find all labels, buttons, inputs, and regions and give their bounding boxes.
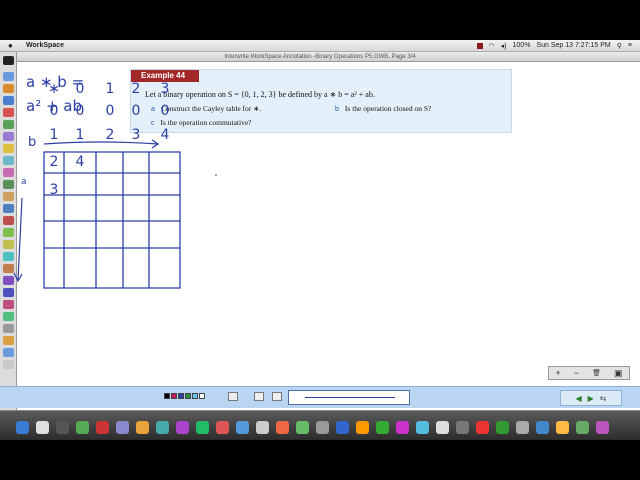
dock-mail-icon[interactable] xyxy=(236,421,249,434)
pen-preview-line xyxy=(305,397,395,398)
dock-numbers-icon[interactable] xyxy=(296,421,309,434)
table-cell: 4 xyxy=(75,154,85,170)
table-cell: 4 xyxy=(160,127,170,143)
table-cell: 2 xyxy=(105,127,115,143)
table-column-header: 3 xyxy=(160,81,170,97)
table-cell: 0 xyxy=(160,103,170,119)
dock-system-icon[interactable] xyxy=(56,421,69,434)
page-navigator: ◀ ▶ ⇆ xyxy=(560,390,622,406)
table-cell: 0 xyxy=(131,103,141,119)
color-cyan[interactable] xyxy=(192,393,198,399)
table-row-header: 1 xyxy=(49,127,59,143)
dock xyxy=(0,410,640,440)
table-column-header: 0 xyxy=(75,81,85,97)
color-magenta[interactable] xyxy=(171,393,177,399)
bottom-toolbar: ◀ ▶ ⇆ xyxy=(0,386,640,408)
dock-photos-icon[interactable] xyxy=(216,421,229,434)
dock-launchpad-icon[interactable] xyxy=(36,421,49,434)
handwritten-ink-layer xyxy=(13,139,217,289)
dock-itunes-icon[interactable] xyxy=(176,421,189,434)
dock-chrome-icon[interactable] xyxy=(476,421,489,434)
page-sorter-icon[interactable]: ▣ xyxy=(614,368,623,379)
table-cell: 1 xyxy=(75,127,85,143)
trash-icon[interactable]: 🗑 xyxy=(592,369,601,377)
next-page-button[interactable]: ▶ xyxy=(588,394,594,403)
dock-downloads-icon[interactable] xyxy=(536,421,549,434)
table-cell: 3 xyxy=(131,127,141,143)
dock-messages-icon[interactable] xyxy=(76,421,89,434)
pen-preview[interactable] xyxy=(288,390,410,405)
dock-documents-icon[interactable] xyxy=(516,421,529,434)
dock-textedit-icon[interactable] xyxy=(436,421,449,434)
page-options-icon[interactable]: ⇆ xyxy=(600,394,607,403)
table-row-header: 0 xyxy=(49,103,59,119)
dock-contacts-icon[interactable] xyxy=(116,421,129,434)
dock-vlc-icon[interactable] xyxy=(356,421,369,434)
remove-page-button[interactable]: − xyxy=(574,368,579,378)
dock-utilities-icon[interactable] xyxy=(316,421,329,434)
row-arrow xyxy=(17,197,23,281)
dock-finder-icon[interactable] xyxy=(16,421,29,434)
table-cell: 0 xyxy=(75,103,85,119)
color-green[interactable] xyxy=(185,393,191,399)
dock-app-store-icon[interactable] xyxy=(496,421,509,434)
color-black[interactable] xyxy=(164,393,170,399)
dock-firefox-icon[interactable] xyxy=(276,421,289,434)
dock-facetime-icon[interactable] xyxy=(156,421,169,434)
dock-notes-icon[interactable] xyxy=(136,421,149,434)
dock-folder-icon[interactable] xyxy=(556,421,569,434)
previous-page-button[interactable]: ◀ xyxy=(575,394,581,403)
table-column-header: 1 xyxy=(105,81,115,97)
dock-skype-icon[interactable] xyxy=(416,421,429,434)
fill-style-button[interactable] xyxy=(272,392,282,401)
screen: ● WorkSpace ◠ ◂) 100% Sun Sep 13 7:27:15… xyxy=(0,40,640,440)
add-page-button[interactable]: + xyxy=(556,368,561,378)
dock-trash-icon[interactable] xyxy=(596,421,609,434)
dock-calendar-icon[interactable] xyxy=(96,421,109,434)
color-blue[interactable] xyxy=(178,393,184,399)
dock-maps-icon[interactable] xyxy=(196,421,209,434)
dock-terminal-icon[interactable] xyxy=(456,421,469,434)
cayley-table-grid xyxy=(43,151,181,289)
line-style-button[interactable] xyxy=(254,392,264,401)
color-white[interactable] xyxy=(199,393,205,399)
table-row-header: 2 xyxy=(49,154,59,170)
dock-evernote-icon[interactable] xyxy=(376,421,389,434)
page-controls: + − 🗑 ▣ xyxy=(548,366,630,380)
dock-stack-icon[interactable] xyxy=(576,421,589,434)
line-width-button[interactable] xyxy=(228,392,238,401)
color-swatches xyxy=(164,393,205,399)
table-row-header: 3 xyxy=(49,182,59,198)
table-cell: 0 xyxy=(105,103,115,119)
dock-safari-icon[interactable] xyxy=(336,421,349,434)
cursor-dot xyxy=(215,174,217,176)
table-column-header: 2 xyxy=(131,81,141,97)
table-corner-operator: ∗ xyxy=(48,81,60,97)
dock-workspace-icon[interactable] xyxy=(396,421,409,434)
dock-preview-icon[interactable] xyxy=(256,421,269,434)
